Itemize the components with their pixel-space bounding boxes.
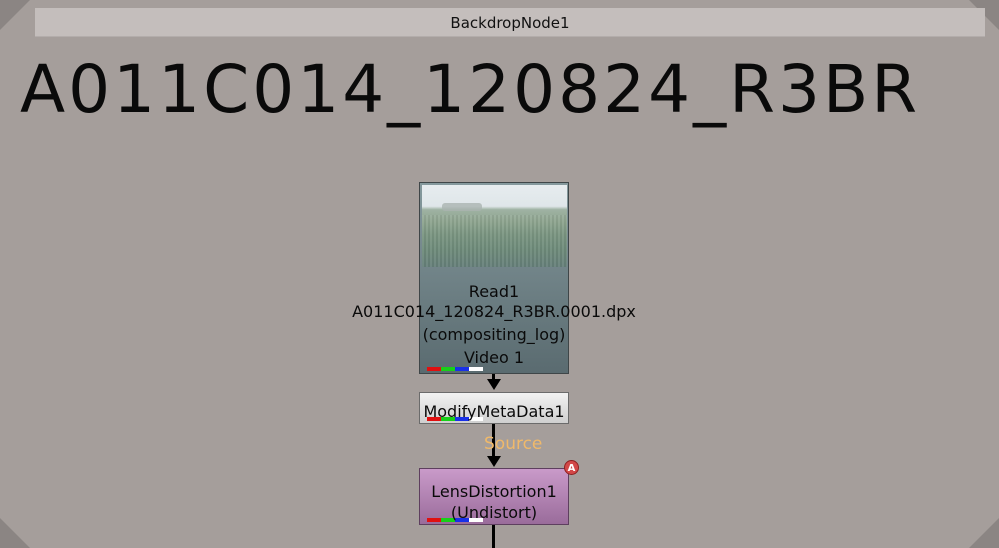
read-node-file: A011C014_120824_R3BR.0001.dpx (352, 302, 636, 321)
backdrop-label: A011C014_120824_R3BR (20, 51, 921, 128)
read-node-colorspace: (compositing_log) (422, 325, 566, 344)
backdrop-corner (0, 518, 30, 548)
pipe-arrow (487, 456, 501, 467)
lens-node-mode: (Undistort) (450, 503, 538, 522)
read-node[interactable] (419, 182, 569, 374)
node-graph-canvas[interactable]: BackdropNode1 A011C014_120824_R3BR Read1… (0, 0, 999, 548)
read-thumbnail (422, 185, 567, 267)
backdrop-corner (0, 0, 30, 30)
read-node-view: Video 1 (463, 348, 525, 367)
lens-node-name: LensDistortion1 (431, 482, 557, 501)
backdrop-title[interactable]: BackdropNode1 (35, 8, 985, 37)
pipe-lens-output[interactable] (492, 525, 495, 548)
pipe-arrow (487, 379, 501, 390)
input-label-source: Source (484, 434, 543, 454)
backdrop-corner (969, 518, 999, 548)
input-a-badge-icon[interactable]: A (564, 460, 579, 475)
thumbnail-grass (422, 215, 567, 267)
modify-node-name: ModifyMetaData1 (423, 402, 565, 421)
thumbnail-trees (442, 203, 482, 211)
read-node-name: Read1 (468, 282, 520, 301)
